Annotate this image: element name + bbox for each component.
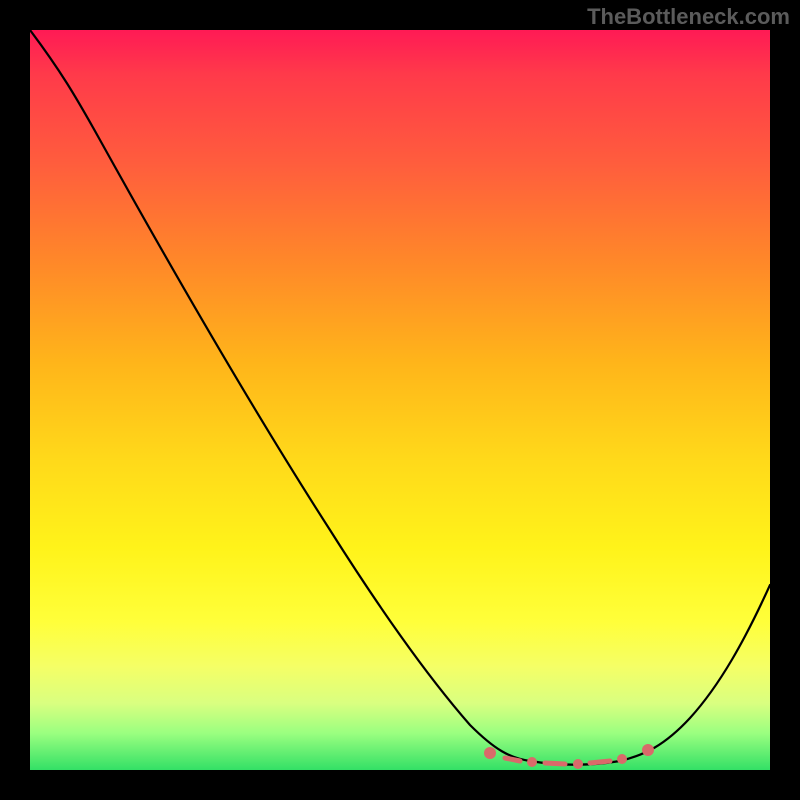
bottleneck-curve	[30, 30, 770, 765]
chart-container: TheBottleneck.com	[0, 0, 800, 800]
attribution-text: TheBottleneck.com	[587, 4, 790, 30]
plot-area	[30, 30, 770, 770]
curve-layer	[30, 30, 770, 770]
